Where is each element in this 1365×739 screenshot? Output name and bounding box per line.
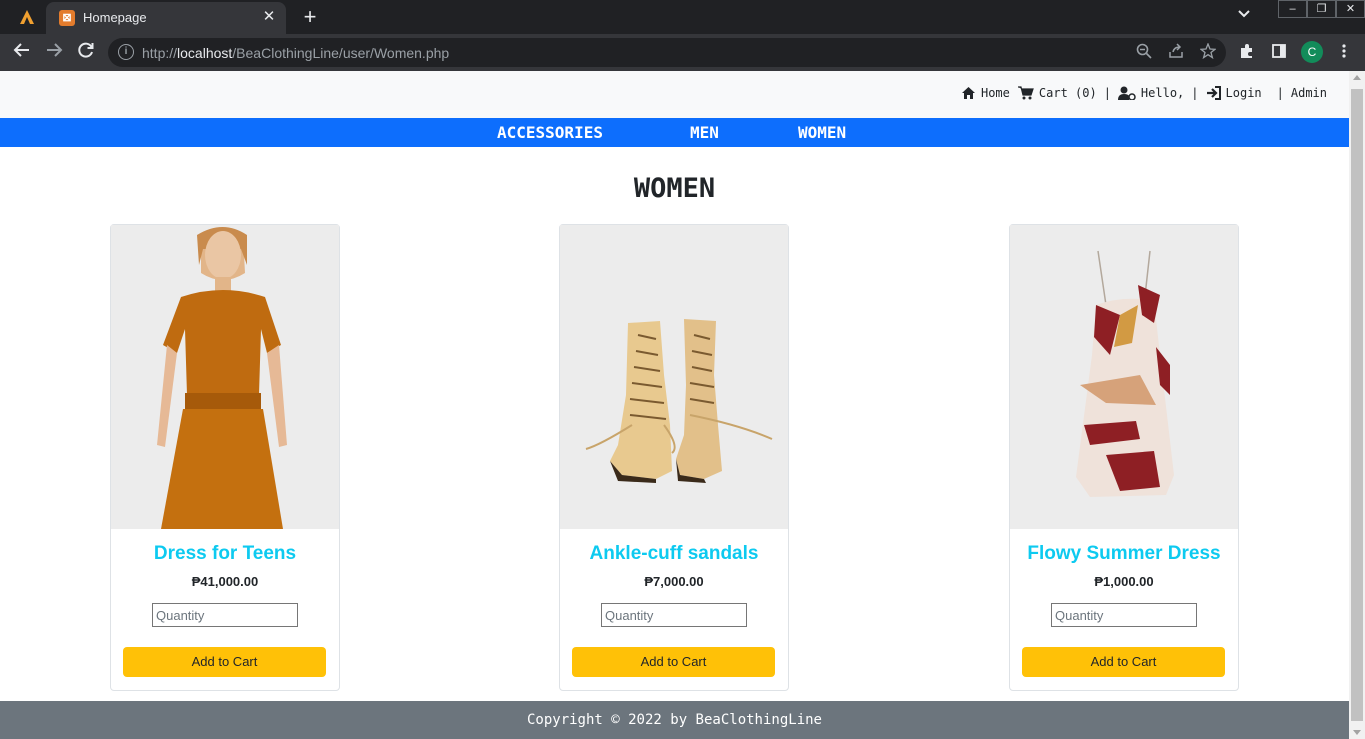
xampp-app-icon[interactable] [18, 8, 36, 26]
xampp-favicon-icon: ⊠ [59, 10, 75, 26]
page-footer: Copyright © 2022 by BeaClothingLine [0, 701, 1349, 739]
top-bar: Home Cart (0) | Hello, | Login | Admin [0, 71, 1349, 118]
login-label: Login [1225, 86, 1262, 100]
page-title: WOMEN [633, 173, 716, 204]
browser-tabstrip: ⊠ Homepage ✕ + – ❐ ✕ [0, 0, 1365, 34]
product-image-ankle-cuff-sandals[interactable] [560, 225, 788, 529]
nav-accessories[interactable]: ACCESSORIES [497, 123, 603, 142]
address-bar[interactable]: i http://localhost/BeaClothingLine/user/… [108, 38, 1226, 67]
minimize-button[interactable]: – [1278, 0, 1307, 18]
product-name[interactable]: Dress for Teens [111, 543, 339, 565]
reload-icon[interactable] [74, 41, 98, 65]
cart-icon [1017, 86, 1034, 100]
close-window-button[interactable]: ✕ [1336, 0, 1365, 18]
hello-label: Hello, [1140, 86, 1185, 100]
product-image-dress-for-teens[interactable] [111, 225, 339, 529]
home-link[interactable]: Home [961, 86, 1010, 100]
quantity-input[interactable] [1051, 603, 1197, 627]
home-icon [961, 87, 975, 99]
scroll-up-arrow-icon[interactable] [1353, 75, 1361, 80]
product-price: ₱7,000.00 [644, 574, 704, 589]
active-tab[interactable]: ⊠ Homepage ✕ [46, 2, 286, 34]
add-to-cart-button[interactable]: Add to Cart [572, 647, 775, 677]
new-tab-button[interactable]: + [298, 5, 322, 29]
nav-women[interactable]: WOMEN [798, 123, 846, 142]
add-to-cart-button[interactable]: Add to Cart [123, 647, 326, 677]
bookmark-star-icon[interactable] [1198, 42, 1218, 63]
cart-link[interactable]: Cart (0) [1017, 86, 1097, 100]
product-card: Dress for Teens ₱41,000.00 Add to Cart [110, 224, 340, 691]
separator: | [1103, 86, 1111, 100]
close-tab-icon[interactable]: ✕ [260, 8, 278, 26]
back-arrow-icon[interactable] [10, 41, 34, 65]
category-navbar: ACCESSORIES MEN WOMEN [0, 118, 1349, 147]
tab-title: Homepage [83, 10, 147, 25]
browser-menu-icon[interactable] [1334, 43, 1354, 63]
product-card: Flowy Summer Dress ₱1,000.00 Add to Cart [1009, 224, 1239, 691]
home-label: Home [980, 86, 1010, 100]
share-icon[interactable] [1166, 43, 1186, 63]
url-text[interactable]: http://localhost/BeaClothingLine/user/Wo… [142, 45, 449, 61]
zoom-icon[interactable] [1134, 43, 1154, 63]
extensions-puzzle-icon[interactable] [1237, 43, 1257, 63]
browser-toolbar: i http://localhost/BeaClothingLine/user/… [0, 34, 1365, 71]
product-name[interactable]: Flowy Summer Dress [1010, 543, 1238, 565]
user-gear-icon [1117, 86, 1136, 100]
separator: | [1191, 86, 1199, 100]
quantity-input[interactable] [601, 603, 747, 627]
separator: | [1276, 86, 1284, 100]
product-image-flowy-summer-dress[interactable] [1010, 225, 1238, 529]
login-icon [1206, 86, 1221, 100]
scroll-thumb[interactable] [1351, 89, 1363, 721]
nav-men[interactable]: MEN [690, 123, 719, 142]
add-to-cart-button[interactable]: Add to Cart [1022, 647, 1225, 677]
web-page: Home Cart (0) | Hello, | Login | Admin A… [0, 71, 1349, 739]
login-link[interactable]: Login [1206, 86, 1262, 100]
tab-search-chevron-icon[interactable] [1237, 8, 1251, 22]
site-info-icon[interactable]: i [118, 44, 134, 60]
vertical-scrollbar[interactable] [1349, 71, 1365, 739]
window-controls: – ❐ ✕ [1278, 0, 1365, 18]
top-nav: Home Cart (0) | Hello, | Login | Admin [961, 86, 1327, 100]
hello-user: Hello, [1117, 86, 1185, 100]
product-price: ₱1,000.00 [1094, 574, 1154, 589]
side-panel-icon[interactable] [1269, 43, 1289, 63]
product-card: Ankle-cuff sandals ₱7,000.00 Add to Cart [559, 224, 789, 691]
product-price: ₱41,000.00 [191, 574, 259, 589]
restore-button[interactable]: ❐ [1307, 0, 1336, 18]
product-name[interactable]: Ankle-cuff sandals [560, 543, 788, 565]
cart-label: Cart (0) [1038, 86, 1097, 100]
admin-link[interactable]: Admin [1291, 86, 1327, 100]
scroll-down-arrow-icon[interactable] [1353, 730, 1361, 735]
forward-arrow-icon[interactable] [42, 41, 66, 65]
profile-avatar[interactable]: C [1301, 41, 1323, 63]
quantity-input[interactable] [152, 603, 298, 627]
